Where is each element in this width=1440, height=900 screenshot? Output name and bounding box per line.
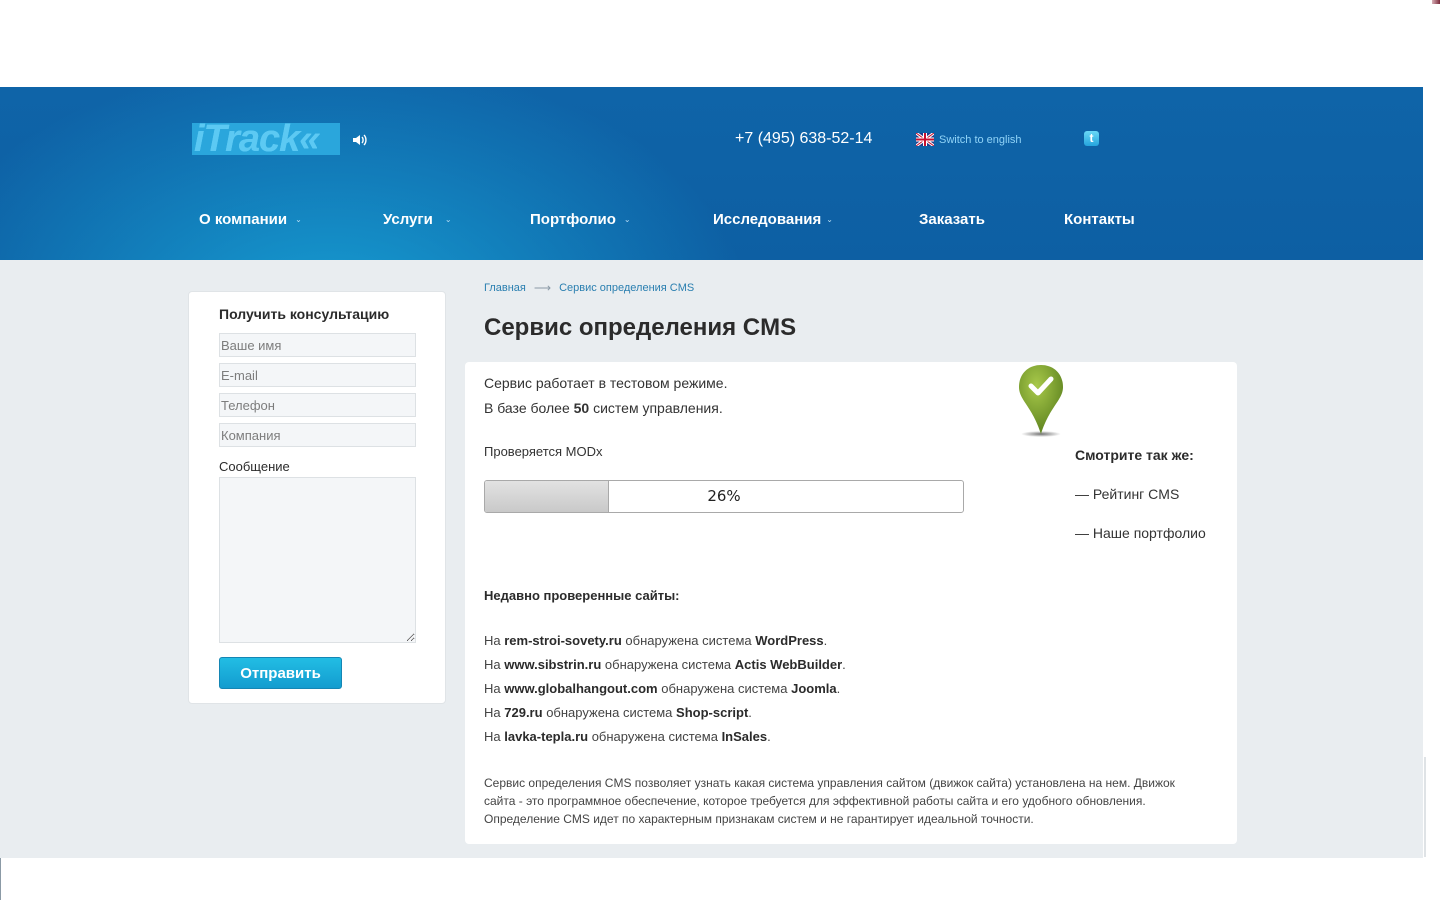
recent-sites-title: Недавно проверенные сайты: [484,588,680,603]
switch-language-text: Switch to english [939,133,1022,146]
switch-language-link[interactable]: Switch to english [916,133,1022,146]
uk-flag-icon [916,133,934,146]
logo-text: iTrack [194,123,300,155]
nav-label: Услуги [383,211,433,228]
row-prefix: На [484,705,501,720]
site-header: iTrack« +7 (495) 638-52-14 Switch to eng… [0,87,1423,260]
window-edge [0,858,1,900]
checking-status: Проверяется MODx [484,444,603,459]
service-description: Сервис определения CMS позволяет узнать … [484,776,1175,826]
phone-field[interactable] [219,393,416,417]
phone-number: +7 (495) 638-52-14 [735,130,873,147]
nav-label: Заказать [919,211,985,228]
recent-site-row: На www.sibstrin.ru обнаружена система Ac… [484,657,846,672]
breadcrumb-current-link[interactable]: Сервис определения CMS [559,282,694,294]
page: iTrack« +7 (495) 638-52-14 Switch to eng… [0,0,1440,900]
message-label: Сообщение [219,459,290,474]
nav-label: О компании [199,211,288,228]
consultation-form: Получить консультацию Сообщение Отправит… [188,291,446,704]
chevron-down-icon: ⌄ [295,215,302,224]
intro-prefix: В базе более [484,400,570,416]
check-pin-icon [1019,365,1063,437]
page-title: Сервис определения CMS [484,314,797,341]
nav-item-portfolio[interactable]: Портфолио ⌄ [530,211,631,228]
intro-suffix: систем управления. [593,400,723,416]
submit-button[interactable]: Отправить [219,657,342,689]
cms-count: 50 [573,400,590,416]
cms-detector-card: Сервис работает в тестовом режиме. В баз… [465,362,1237,844]
row-prefix: На [484,681,501,696]
site-domain: www.sibstrin.ru [504,657,602,672]
cms-name: Joomla [791,681,837,696]
intro-db-count: В базе более 50 систем управления. [484,400,723,416]
row-middle: обнаружена система [546,705,673,720]
breadcrumb-home-link[interactable]: Главная [484,282,526,294]
message-textarea[interactable] [219,477,416,643]
recent-site-row: На lavka-tepla.ru обнаружена система InS… [484,729,771,744]
cms-name: Shop-script [676,705,749,720]
nav-label: Контакты [1064,211,1135,228]
site-domain: lavka-tepla.ru [504,729,589,744]
cms-name: WordPress [755,633,824,648]
arrow-right-icon: ⟶ [533,281,552,295]
company-field[interactable] [219,423,416,447]
nav-item-about[interactable]: О компании ⌄ [199,211,302,228]
nav-item-order[interactable]: Заказать [919,211,985,228]
row-prefix: На [484,633,501,648]
email-field[interactable] [219,363,416,387]
see-also-title: Смотрите так же: [1075,447,1194,463]
row-middle: обнаружена система [591,729,718,744]
site-domain: www.globalhangout.com [504,681,658,696]
site-domain: 729.ru [504,705,543,720]
logo[interactable]: iTrack« [192,123,340,155]
nav-item-research[interactable]: Исследования ⌄ [713,211,833,228]
cms-rating-link[interactable]: — Рейтинг CMS [1075,486,1179,502]
scrollbar-edge [1424,757,1426,857]
row-prefix: На [484,657,501,672]
window-corner-mark [1432,0,1440,4]
intro-test-mode: Сервис работает в тестовом режиме. [484,375,728,391]
form-title: Получить консультацию [219,306,390,322]
row-middle: обнаружена система [661,681,788,696]
row-prefix: На [484,729,501,744]
sound-icon[interactable] [352,133,368,147]
recent-site-row: На rem-stroi-sovety.ru обнаружена систем… [484,633,828,648]
name-field[interactable] [219,333,416,357]
nav-item-services[interactable]: Услуги ⌄ [383,211,452,228]
nav-label: Портфолио [530,211,616,228]
logo-chevrons-icon: « [299,123,320,155]
cms-name: Actis WebBuilder [734,657,843,672]
site-domain: rem-stroi-sovety.ru [504,633,622,648]
progress-label: 26% [707,487,741,505]
nav-item-contacts[interactable]: Контакты [1064,211,1135,228]
chevron-down-icon: ⌄ [623,215,631,224]
row-middle: обнаружена система [625,633,752,648]
breadcrumb: Главная ⟶ Сервис определения CMS [484,281,694,295]
recent-site-row: На www.globalhangout.com обнаружена сист… [484,681,841,696]
row-middle: обнаружена система [604,657,732,672]
chevron-down-icon: ⌄ [826,215,833,224]
twitter-icon[interactable]: t [1084,131,1099,146]
portfolio-link[interactable]: — Наше портфолио [1075,525,1206,541]
main-nav: О компании ⌄ Услуги ⌄ Портфолио ⌄ Исследова… [0,211,1423,231]
cms-name: InSales [721,729,768,744]
progress-bar: 26% [484,480,964,513]
recent-site-row: На 729.ru обнаружена система Shop-script… [484,705,752,720]
chevron-down-icon: ⌄ [444,215,452,224]
nav-label: Исследования [713,211,822,228]
